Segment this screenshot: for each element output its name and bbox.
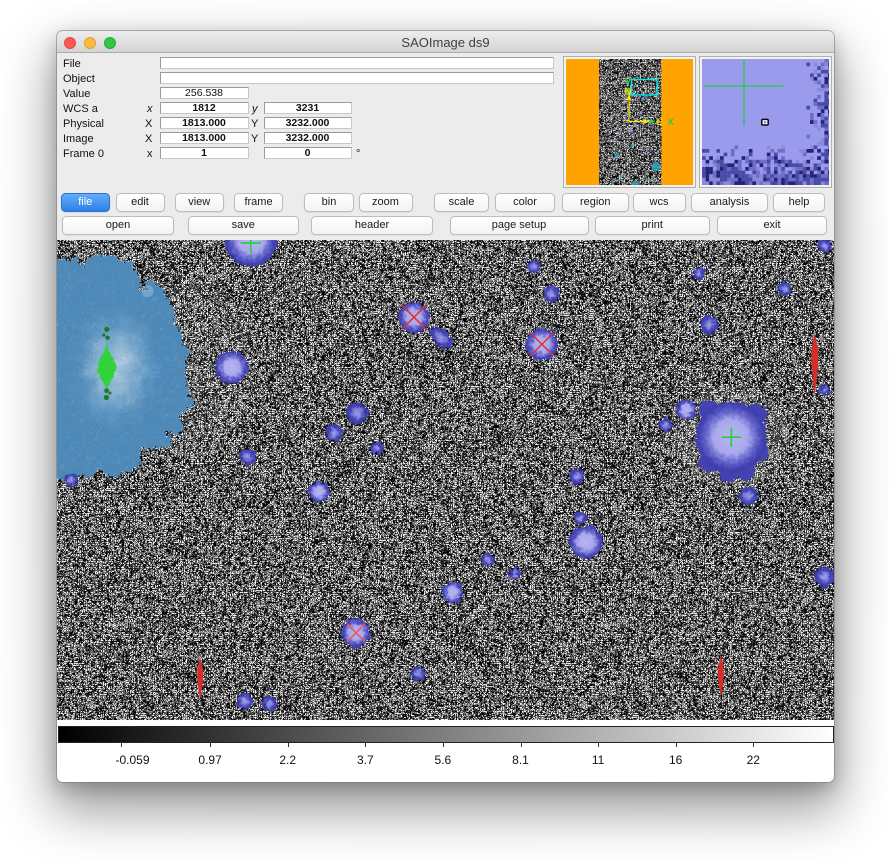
svg-text:N: N [625, 86, 632, 97]
svg-text:E: E [657, 117, 663, 128]
svg-text:X: X [668, 117, 675, 128]
